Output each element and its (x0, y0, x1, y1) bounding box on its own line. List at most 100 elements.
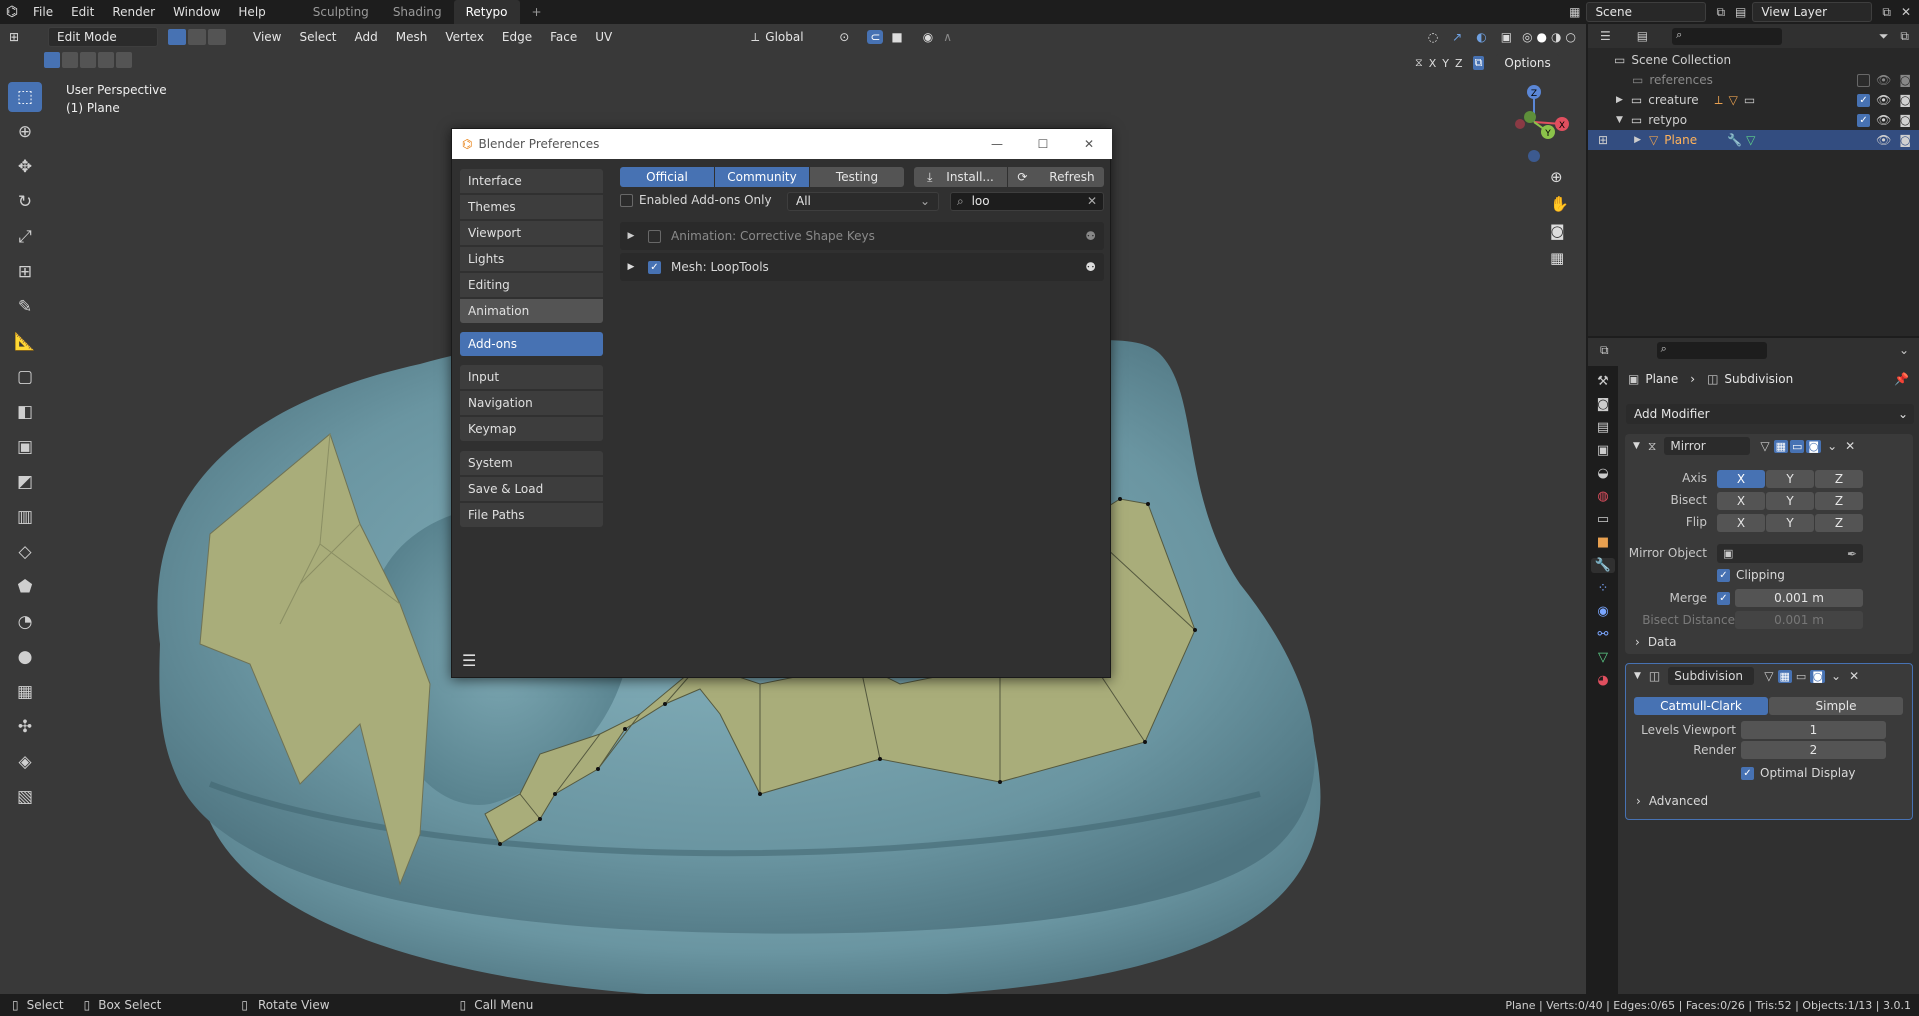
poly-build-tool-icon[interactable]: ⬟ (8, 572, 42, 602)
add-cube-tool-icon[interactable]: ▢ (8, 362, 42, 392)
menu-select[interactable]: Select (290, 24, 345, 50)
hamburger-menu-icon[interactable]: ☰ (462, 651, 476, 670)
transform-tool-icon[interactable]: ⊞ (8, 257, 42, 287)
editmode-cage-icon[interactable]: ▽ (1764, 669, 1773, 683)
scene-copy-icon[interactable]: ⧉ (1716, 5, 1725, 20)
snap-icon[interactable]: ⊂ (867, 30, 884, 44)
collection-tab-icon[interactable]: ▭ (1597, 512, 1609, 527)
minimize-icon[interactable]: — (974, 137, 1020, 151)
object-tab-icon[interactable]: ■ (1597, 535, 1609, 550)
render-tab-icon[interactable]: ◙ (1597, 397, 1610, 412)
shading-rendered-icon[interactable]: ○ (1566, 30, 1576, 44)
menu-add[interactable]: Add (346, 24, 387, 50)
tool-tab-icon[interactable]: ⚒ (1597, 374, 1609, 389)
world-tab-icon[interactable]: ◍ (1597, 489, 1608, 504)
navigation-gizmo[interactable]: Z X Y (1490, 82, 1580, 172)
cursor-tool-icon[interactable]: ⊕ (8, 117, 42, 147)
spin-tool-icon[interactable]: ◔ (8, 607, 42, 637)
loop-cut-tool-icon[interactable]: ▥ (8, 502, 42, 532)
mirror-modifier-header[interactable]: ▼ ⧖ Mirror ▽ ▦ ▭ ◙ ⌄ ✕ (1625, 434, 1913, 458)
merge-checkbox[interactable]: ✓ (1717, 592, 1730, 605)
filter-icon[interactable]: ⏷ (1879, 29, 1889, 44)
category-dropdown[interactable]: All ⌄ (787, 192, 939, 211)
xray-icon[interactable]: ▣ (1501, 30, 1512, 44)
smooth-tool-icon[interactable]: ● (8, 642, 42, 672)
advanced-subpanel[interactable]: › Advanced (1636, 794, 1708, 808)
display-mode-icon[interactable]: ▤ (1637, 29, 1648, 43)
addon-enable-checkbox[interactable]: ✓ (648, 260, 661, 274)
menu-face[interactable]: Face (541, 24, 586, 50)
outliner-search-input[interactable]: ⌕ (1672, 27, 1783, 45)
edit-mode-icon[interactable]: ⊞ (1598, 133, 1608, 147)
mirror-object-field[interactable]: ▣ ✒ (1717, 544, 1863, 563)
proportional-edit-icon[interactable]: ◉ (923, 30, 933, 44)
perspective-grid-icon[interactable]: ▦ (1550, 249, 1569, 267)
extrude-tool-icon[interactable]: ◧ (8, 397, 42, 427)
move-tool-icon[interactable]: ✥ (8, 152, 42, 182)
mirror-axis-y-button[interactable]: Y (1766, 470, 1814, 488)
clear-search-icon[interactable]: ✕ (1087, 194, 1097, 208)
workspace-tab-sculpting[interactable]: Sculpting (301, 0, 381, 24)
menu-window[interactable]: Window (164, 0, 229, 24)
editor-type-icon[interactable]: ⊞ (0, 30, 28, 44)
editmode-cage-icon[interactable]: ▽ (1760, 439, 1769, 453)
render-toggle-icon[interactable]: ◙ (1806, 439, 1822, 453)
snap-target-icon[interactable]: ■ (891, 30, 902, 44)
optimal-display-toggle[interactable]: ✓ Optimal Display (1741, 766, 1856, 780)
chevron-down-icon[interactable]: ⌄ (1899, 343, 1909, 357)
eye-icon[interactable]: 👁 (1876, 93, 1891, 107)
menu-file[interactable]: File (24, 0, 62, 24)
particles-tab-icon[interactable]: ⁘ (1598, 581, 1609, 596)
zoom-icon[interactable]: ⊕ (1550, 168, 1569, 186)
scene-icon[interactable]: ▦ (1569, 5, 1580, 19)
scene-collection-row[interactable]: ▭ Scene Collection (1588, 50, 1919, 70)
transform-orientation-selector[interactable]: Global (765, 30, 825, 44)
maximize-icon[interactable]: ☐ (1020, 137, 1066, 151)
merge-distance-field[interactable]: 0.001 m (1735, 589, 1863, 607)
expand-arrow-icon[interactable]: ▶ (620, 231, 642, 241)
nav-editing[interactable]: Editing (460, 273, 603, 297)
install-button[interactable]: ⤓ Install... (914, 167, 1007, 187)
remove-modifier-icon[interactable]: ✕ (1845, 439, 1855, 453)
chevron-down-icon[interactable]: ⌄ (1831, 669, 1841, 683)
outliner-row-retypo[interactable]: ▼ ▭ retypo ✓ 👁 ◙ (1588, 110, 1919, 130)
properties-editor-icon[interactable]: ⧉ (1600, 343, 1609, 358)
scene-selector[interactable]: Scene (1586, 2, 1707, 22)
exclude-checkbox[interactable]: ✓ (1857, 113, 1871, 127)
expand-arrow-icon[interactable]: ▶ (1616, 95, 1623, 105)
close-icon[interactable]: ✕ (1066, 137, 1112, 151)
select-mode-buttons[interactable] (168, 29, 226, 45)
tab-testing[interactable]: Testing (810, 167, 904, 187)
select-subtract-icon[interactable] (80, 52, 96, 68)
add-modifier-dropdown[interactable]: Add Modifier ⌄ (1626, 404, 1914, 424)
nav-navigation[interactable]: Navigation (460, 391, 603, 415)
edge-select-icon[interactable] (188, 29, 206, 45)
modifier-tab-icon[interactable]: 🔧 (1590, 558, 1616, 573)
nav-add-ons[interactable]: Add-ons (460, 332, 603, 356)
tab-community[interactable]: Community (715, 167, 809, 187)
edit-mode-toggle-icon[interactable]: ▦ (1777, 669, 1792, 683)
edit-mode-toggle-icon[interactable]: ▦ (1773, 439, 1788, 453)
shading-wireframe-icon[interactable]: ◎ (1522, 30, 1532, 44)
blender-logo-icon[interactable]: ⌬ (0, 4, 24, 20)
exclude-checkbox[interactable] (1857, 73, 1871, 87)
clipping-toggle[interactable]: ✓ Clipping (1717, 568, 1785, 582)
gizmo-icon[interactable]: ↗ (1452, 30, 1462, 44)
mirror-axis-x[interactable]: X (1429, 57, 1437, 70)
view-layer-tab-icon[interactable]: ▣ (1597, 443, 1609, 458)
camera-render-icon[interactable]: ◙ (1899, 133, 1911, 147)
menu-view[interactable]: View (244, 24, 290, 50)
transform-orientation-icon[interactable]: ⟂ (751, 30, 759, 45)
menu-edit[interactable]: Edit (62, 0, 103, 24)
edge-slide-tool-icon[interactable]: ▦ (8, 677, 42, 707)
auto-merge-icon[interactable]: ⧉ (1472, 56, 1485, 70)
nav-animation[interactable]: Animation (460, 299, 603, 323)
simple-button[interactable]: Simple (1769, 697, 1903, 715)
menu-mesh[interactable]: Mesh (387, 24, 437, 50)
mirror-modifier-name[interactable]: Mirror (1664, 437, 1751, 455)
nav-system[interactable]: System (460, 451, 603, 475)
select-intersect-icon[interactable] (116, 52, 132, 68)
measure-tool-icon[interactable]: 📐 (8, 327, 42, 357)
collapse-arrow-icon[interactable]: ▼ (1616, 115, 1623, 125)
enabled-only-toggle[interactable]: Enabled Add-ons Only (620, 193, 772, 207)
